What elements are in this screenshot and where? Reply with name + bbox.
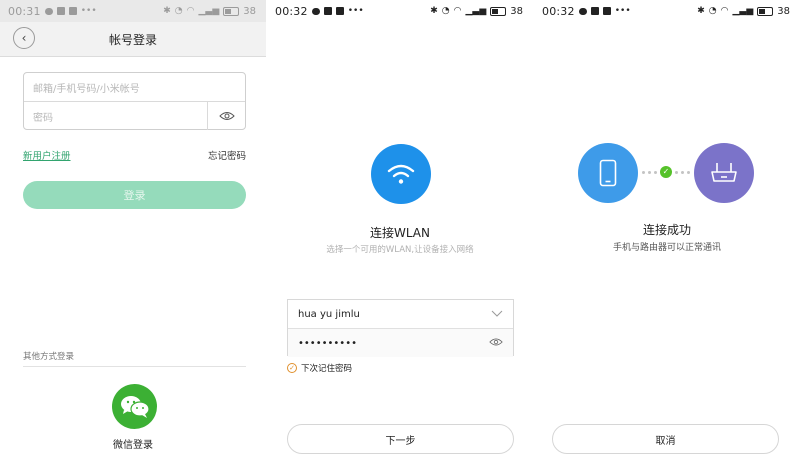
alarm-icon: ◔ — [174, 6, 183, 16]
alarm-icon: ◔ — [708, 6, 717, 16]
signal-icon: ▁▃▅ — [465, 6, 487, 16]
more-icon: ••• — [614, 6, 631, 16]
page-title: 连接WLAN — [369, 226, 430, 240]
password-placeholder: 密码 — [33, 112, 53, 124]
notification-icon — [56, 7, 65, 15]
battery-icon — [490, 6, 507, 16]
status-bar: 00:32 ••• ✱ ◔ ◠ ▁▃▅ 38 — [267, 0, 533, 22]
divider — [23, 366, 246, 367]
success-screen: 00:32 ••• ✱ ◔ ◠ ▁▃▅ 38 ✓ 连接成功 手机与路由器可以正常… — [534, 0, 800, 472]
battery-level: 38 — [243, 5, 256, 17]
alarm-icon: ◔ — [441, 6, 450, 16]
wifi-icon — [387, 164, 415, 184]
battery-icon — [223, 6, 240, 16]
page-subtitle: 手机与路由器可以正常通讯 — [612, 243, 721, 253]
gallery-icon — [602, 7, 611, 15]
other-login-label: 其他方式登录 — [23, 352, 75, 362]
page-title: 帐号登录 — [108, 33, 157, 47]
connector-dot — [648, 170, 651, 174]
signal-icon: ▁▃▅ — [732, 6, 754, 16]
more-icon: ••• — [80, 6, 97, 16]
message-icon — [311, 7, 320, 15]
success-check-icon: ✓ — [660, 166, 672, 178]
check-icon[interactable]: ✓ — [287, 363, 297, 373]
notification-icon — [323, 7, 332, 15]
status-bar: 00:32 ••• ✱ ◔ ◠ ▁▃▅ 38 — [534, 0, 800, 22]
wlan-password-input[interactable]: •••••••••• — [288, 328, 513, 357]
login-form: 邮箱/手机号码/小米帐号 密码 — [23, 72, 246, 130]
connection-indicator: ✓ — [642, 165, 690, 179]
next-button[interactable]: 下一步 — [287, 424, 514, 454]
eye-icon — [218, 112, 235, 120]
signal-icon: ▁▃▅ — [198, 6, 220, 16]
login-screen: 00:31 ••• ✱ ◔ ◠ ▁▃▅ 38 ‹ 帐号登录 邮箱/手机号码/小米… — [0, 0, 266, 472]
status-time: 00:32 — [275, 4, 308, 18]
bluetooth-icon: ✱ — [163, 6, 171, 16]
connector-dot — [642, 170, 645, 174]
status-time: 00:32 — [542, 4, 575, 18]
account-placeholder: 邮箱/手机号码/小米帐号 — [33, 83, 140, 95]
battery-icon — [757, 6, 774, 16]
wechat-login-label: 微信登录 — [113, 440, 153, 451]
wifi-status-icon: ◠ — [186, 6, 195, 16]
wlan-form: hua yu jimlu •••••••••• — [287, 299, 514, 357]
cancel-button[interactable]: 取消 — [552, 424, 779, 454]
page-title: 连接成功 — [642, 223, 691, 237]
message-icon — [44, 7, 53, 15]
wlan-screen: 00:32 ••• ✱ ◔ ◠ ▁▃▅ 38 连接WLAN 选择一个可用的WLA… — [267, 0, 533, 472]
wifi-status-icon: ◠ — [720, 6, 729, 16]
battery-level: 38 — [510, 5, 523, 17]
page-subtitle: 选择一个可用的WLAN,让设备接入网络 — [326, 245, 474, 255]
wlan-password-value: •••••••••• — [298, 337, 357, 349]
screenshot-stage: 00:31 ••• ✱ ◔ ◠ ▁▃▅ 38 ‹ 帐号登录 邮箱/手机号码/小米… — [0, 0, 800, 472]
notification-icon — [590, 7, 599, 15]
account-input[interactable]: 邮箱/手机号码/小米帐号 — [24, 73, 245, 101]
wechat-icon — [120, 395, 150, 418]
nav-bar: ‹ 帐号登录 — [0, 22, 266, 57]
ssid-select[interactable]: hua yu jimlu — [288, 300, 513, 328]
bluetooth-icon: ✱ — [430, 6, 438, 16]
chevron-down-icon[interactable] — [491, 308, 503, 318]
more-icon: ••• — [347, 6, 364, 16]
wifi-status-icon: ◠ — [453, 6, 462, 16]
eye-icon[interactable] — [489, 337, 503, 347]
status-time: 00:31 — [8, 4, 41, 18]
remember-password-label: 下次记住密码 — [301, 364, 353, 374]
connector-dot — [675, 170, 678, 174]
phone-badge — [578, 143, 638, 203]
ssid-value: hua yu jimlu — [298, 308, 360, 320]
gallery-icon — [335, 7, 344, 15]
connector-dot — [681, 170, 684, 174]
login-button[interactable]: 登录 — [23, 181, 246, 209]
status-bar: 00:31 ••• ✱ ◔ ◠ ▁▃▅ 38 — [0, 0, 266, 22]
router-icon — [711, 163, 737, 182]
register-link[interactable]: 新用户注册 — [23, 148, 71, 162]
router-badge — [694, 143, 754, 203]
connector-dot — [687, 170, 690, 174]
battery-level: 38 — [777, 5, 790, 17]
remember-password-option[interactable]: ✓ 下次记住密码 — [287, 362, 352, 374]
forgot-password-link[interactable]: 忘记密码 — [208, 148, 246, 162]
gallery-icon — [68, 7, 77, 15]
phone-icon — [599, 159, 617, 187]
wechat-login-button[interactable] — [112, 384, 157, 429]
connector-dot — [654, 170, 657, 174]
bluetooth-icon: ✱ — [697, 6, 705, 16]
show-password-button[interactable] — [207, 102, 245, 130]
wifi-badge — [371, 144, 431, 204]
message-icon — [578, 7, 587, 15]
